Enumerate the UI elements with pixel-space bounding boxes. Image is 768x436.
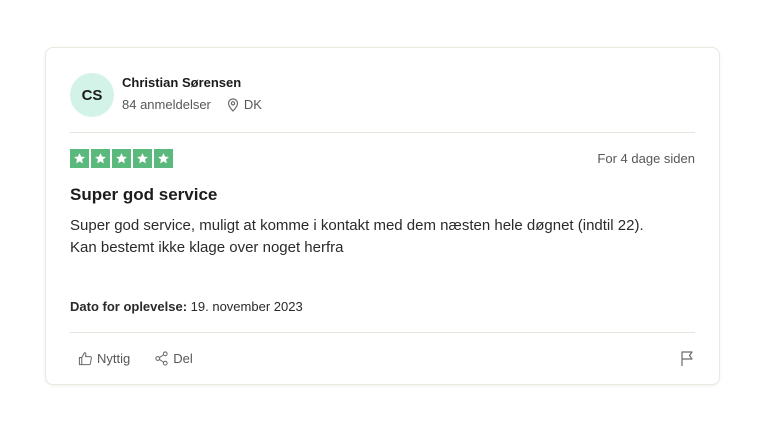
helpful-label: Nyttig (97, 351, 131, 366)
experience-label: Dato for oplevelse: (70, 299, 188, 314)
review-count: 84 anmeldelser (122, 97, 211, 112)
experience-date: 19. november 2023 (190, 299, 303, 314)
header-divider (70, 132, 695, 133)
star-icon (112, 149, 131, 168)
review-date-ago: For 4 dage siden (597, 151, 695, 166)
star-icon (91, 149, 110, 168)
thumbs-up-icon (78, 351, 93, 366)
review-body-line: Kan bestemt ikke klage over noget herfra (70, 239, 344, 256)
star-icon (70, 149, 89, 168)
location-pin-icon (227, 97, 239, 112)
reviewer-name[interactable]: Christian Sørensen (122, 75, 241, 90)
review-body-line: Super god service, muligt at komme i kon… (70, 217, 644, 234)
helpful-button[interactable]: Nyttig (78, 351, 130, 366)
review-card: CS Christian Sørensen 84 anmeldelser DK … (45, 47, 720, 385)
star-icon (154, 149, 173, 168)
reviewer-country: DK (243, 97, 262, 112)
review-body: Super god service, muligt at komme i kon… (70, 215, 680, 259)
share-label: Del (173, 351, 193, 366)
share-icon (154, 351, 169, 366)
star-icon (133, 149, 152, 168)
star-rating (70, 149, 173, 168)
avatar[interactable]: CS (70, 73, 114, 117)
footer-divider (70, 332, 695, 333)
share-button[interactable]: Del (154, 351, 193, 366)
review-title: Super god service (70, 185, 218, 204)
review-actions: Nyttig Del (78, 351, 193, 366)
experience-date-row: Dato for oplevelse: 19. november 2023 (70, 299, 303, 314)
reviewer-meta: 84 anmeldelser DK (122, 97, 262, 112)
flag-icon[interactable] (679, 350, 695, 372)
